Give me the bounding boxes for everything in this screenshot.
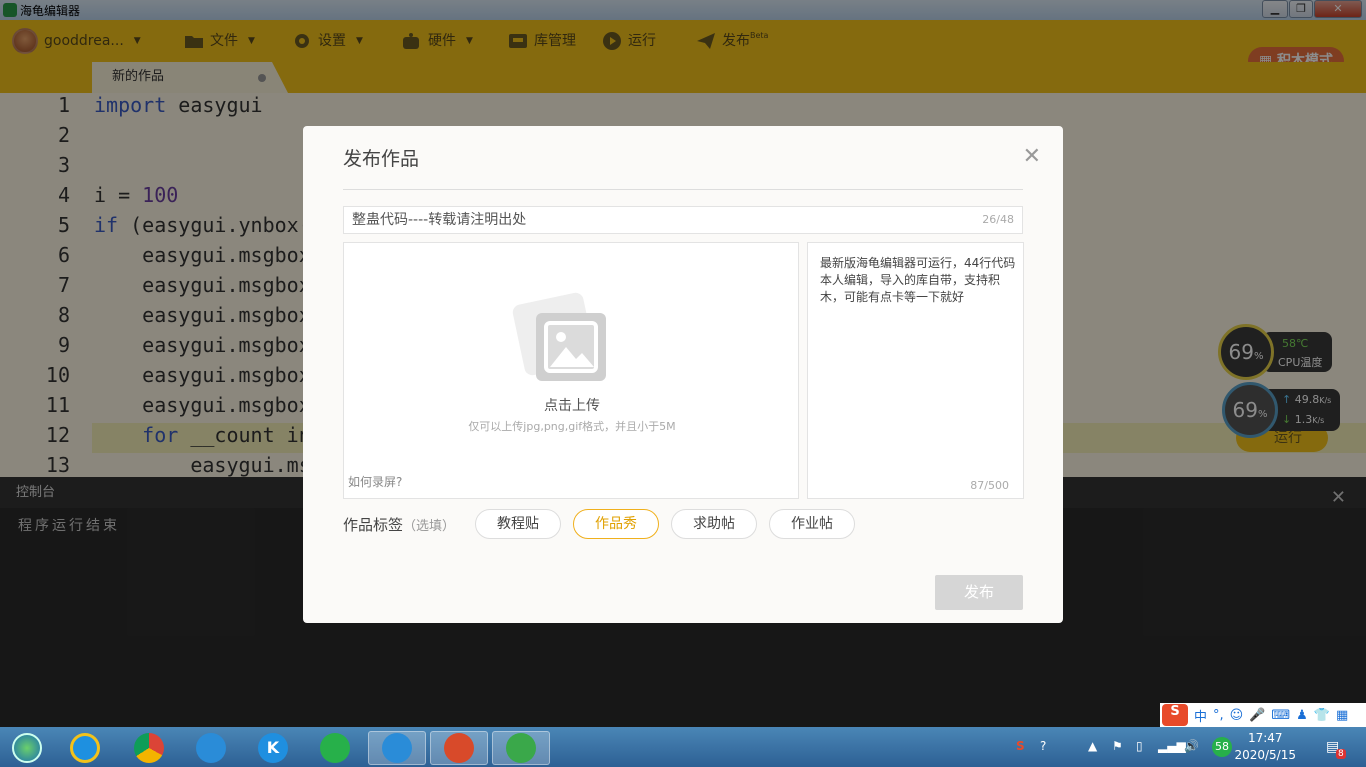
tag-showcase[interactable]: 作品秀 (573, 509, 659, 539)
upload-label: 点击上传 (544, 398, 600, 414)
title-char-count: 26/48 (982, 213, 1014, 226)
paper-plane-icon (382, 733, 412, 763)
taskbar-wechat-mini[interactable] (310, 731, 360, 765)
signal-icon[interactable]: ▂▄▆ (1158, 739, 1186, 753)
tags-optional-text: （选填） (403, 519, 456, 534)
image-icon (536, 313, 606, 381)
tags-label: 作品标签（选填） (343, 514, 455, 535)
work-title-input[interactable]: 整蛊代码----转载请注明出处 26/48 (343, 206, 1023, 234)
game-icon (444, 733, 474, 763)
grid-icon[interactable]: ▦ (1336, 708, 1348, 723)
taskbar-kugou[interactable]: K (248, 731, 298, 765)
work-title-value: 整蛊代码----转载请注明出处 (352, 212, 527, 228)
flag-icon[interactable]: ⚑ (1112, 739, 1123, 753)
taskbar-turtle-editor[interactable] (492, 731, 550, 765)
keyboard-icon[interactable]: ⌨ (1271, 708, 1290, 723)
ie-icon (70, 733, 100, 763)
tags-label-text: 作品标签 (343, 516, 404, 534)
publish-dialog: 发布作品 ✕ 整蛊代码----转载请注明出处 26/48 点击上传 仅可以上传j… (303, 126, 1063, 623)
taskbar-game[interactable] (430, 731, 488, 765)
taskbar-feishu[interactable] (186, 731, 236, 765)
description-value: 最新版海龟编辑器可运行，44行代码本人编辑，导入的库自带，支持积木，可能有点卡等… (820, 256, 1016, 304)
kugou-icon: K (258, 733, 288, 763)
description-textarea[interactable]: 最新版海龟编辑器可运行，44行代码本人编辑，导入的库自带，支持积木，可能有点卡等… (807, 242, 1024, 499)
clock-time: 17:47 (1247, 731, 1283, 745)
description-char-count: 87/500 (970, 479, 1009, 492)
tag-help[interactable]: 求助帖 (671, 509, 757, 539)
battery-icon[interactable]: ▯ (1136, 739, 1143, 753)
link-icon (320, 733, 350, 763)
divider (343, 189, 1023, 190)
windows-icon (12, 733, 42, 763)
ime-mode[interactable]: 中 (1194, 706, 1207, 725)
paper-plane-icon (196, 733, 226, 763)
ime-toolbar: S 中 °, ☺ 🎤 ⌨ ♟ 👕 ▦ (1160, 703, 1366, 727)
start-button[interactable] (2, 731, 52, 765)
punctuation-icon[interactable]: °, (1213, 708, 1224, 723)
taskbar-chrome[interactable] (124, 731, 174, 765)
user-icon[interactable]: ♟ (1296, 708, 1308, 723)
help-icon[interactable]: ? (1040, 739, 1046, 753)
publish-button[interactable]: 发布 (935, 575, 1023, 610)
how-to-record-link[interactable]: 如何录屏? (348, 473, 402, 490)
taskbar: K S ? ▲ ⚑ ▯ ▂▄▆ 🔊 58 17:47 2020/5/15 ▤ 8 (0, 727, 1366, 767)
cover-upload-area[interactable]: 点击上传 仅可以上传jpg,png,gif格式，并且小于5M 如何录屏? (343, 242, 799, 499)
dialog-close-icon[interactable]: ✕ (1023, 144, 1041, 169)
tag-homework[interactable]: 作业帖 (769, 509, 855, 539)
security-badge[interactable]: 58 (1212, 737, 1232, 757)
sogou-tray-icon[interactable]: S (1016, 739, 1025, 753)
taskbar-ie[interactable] (60, 731, 110, 765)
volume-icon[interactable]: 🔊 (1184, 739, 1199, 753)
emoji-icon[interactable]: ☺ (1230, 708, 1244, 723)
notification-count: 8 (1336, 749, 1346, 759)
taskbar-feishu-active[interactable] (368, 731, 426, 765)
upload-hint: 仅可以上传jpg,png,gif格式，并且小于5M (468, 420, 676, 433)
chrome-icon (134, 733, 164, 763)
tag-tutorial[interactable]: 教程贴 (475, 509, 561, 539)
clock[interactable]: 17:47 2020/5/15 (1234, 730, 1296, 764)
skin-icon[interactable]: 👕 (1314, 708, 1330, 723)
dialog-title: 发布作品 (343, 148, 420, 170)
sogou-icon[interactable]: S (1162, 704, 1188, 726)
clock-date: 2020/5/15 (1234, 748, 1296, 762)
microphone-icon[interactable]: 🎤 (1249, 708, 1265, 723)
turtle-icon (506, 733, 536, 763)
chevron-up-icon[interactable]: ▲ (1088, 739, 1097, 753)
